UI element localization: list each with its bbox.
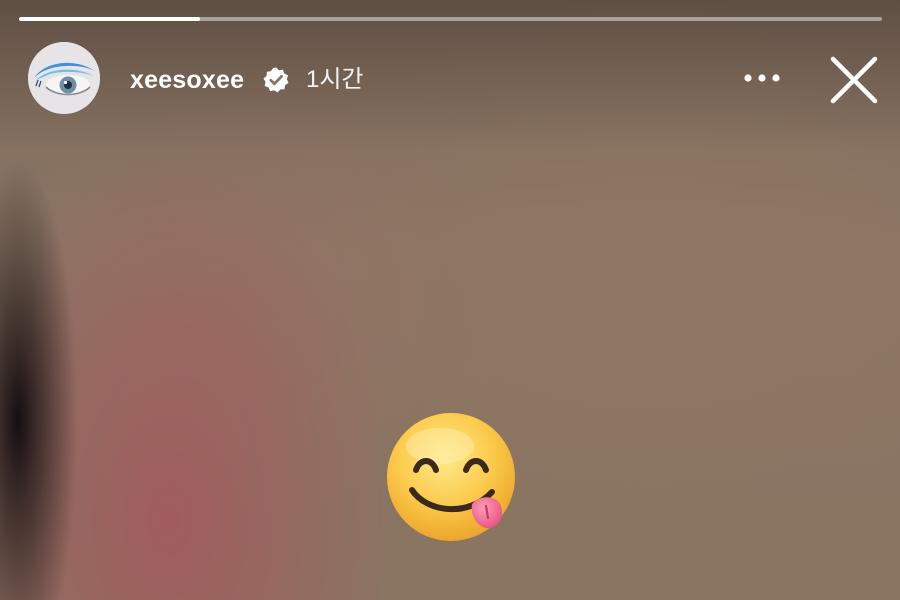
close-button[interactable] <box>826 52 882 108</box>
eye-makeup-avatar-icon <box>28 42 100 114</box>
close-icon <box>830 56 878 104</box>
more-horizontal-icon <box>744 74 780 82</box>
author-avatar[interactable] <box>28 42 100 114</box>
story-progress-fill <box>19 17 201 21</box>
more-options-button[interactable] <box>738 64 786 92</box>
verified-badge-icon <box>263 67 289 93</box>
story-progress-bar <box>19 17 882 21</box>
story-timestamp: 1시간 <box>306 66 364 93</box>
story-viewer[interactable]: xeesoxee 1시간 <box>0 0 900 600</box>
face-savoring-food-emoji-sticker[interactable] <box>382 408 520 546</box>
author-username[interactable]: xeesoxee <box>130 62 244 98</box>
